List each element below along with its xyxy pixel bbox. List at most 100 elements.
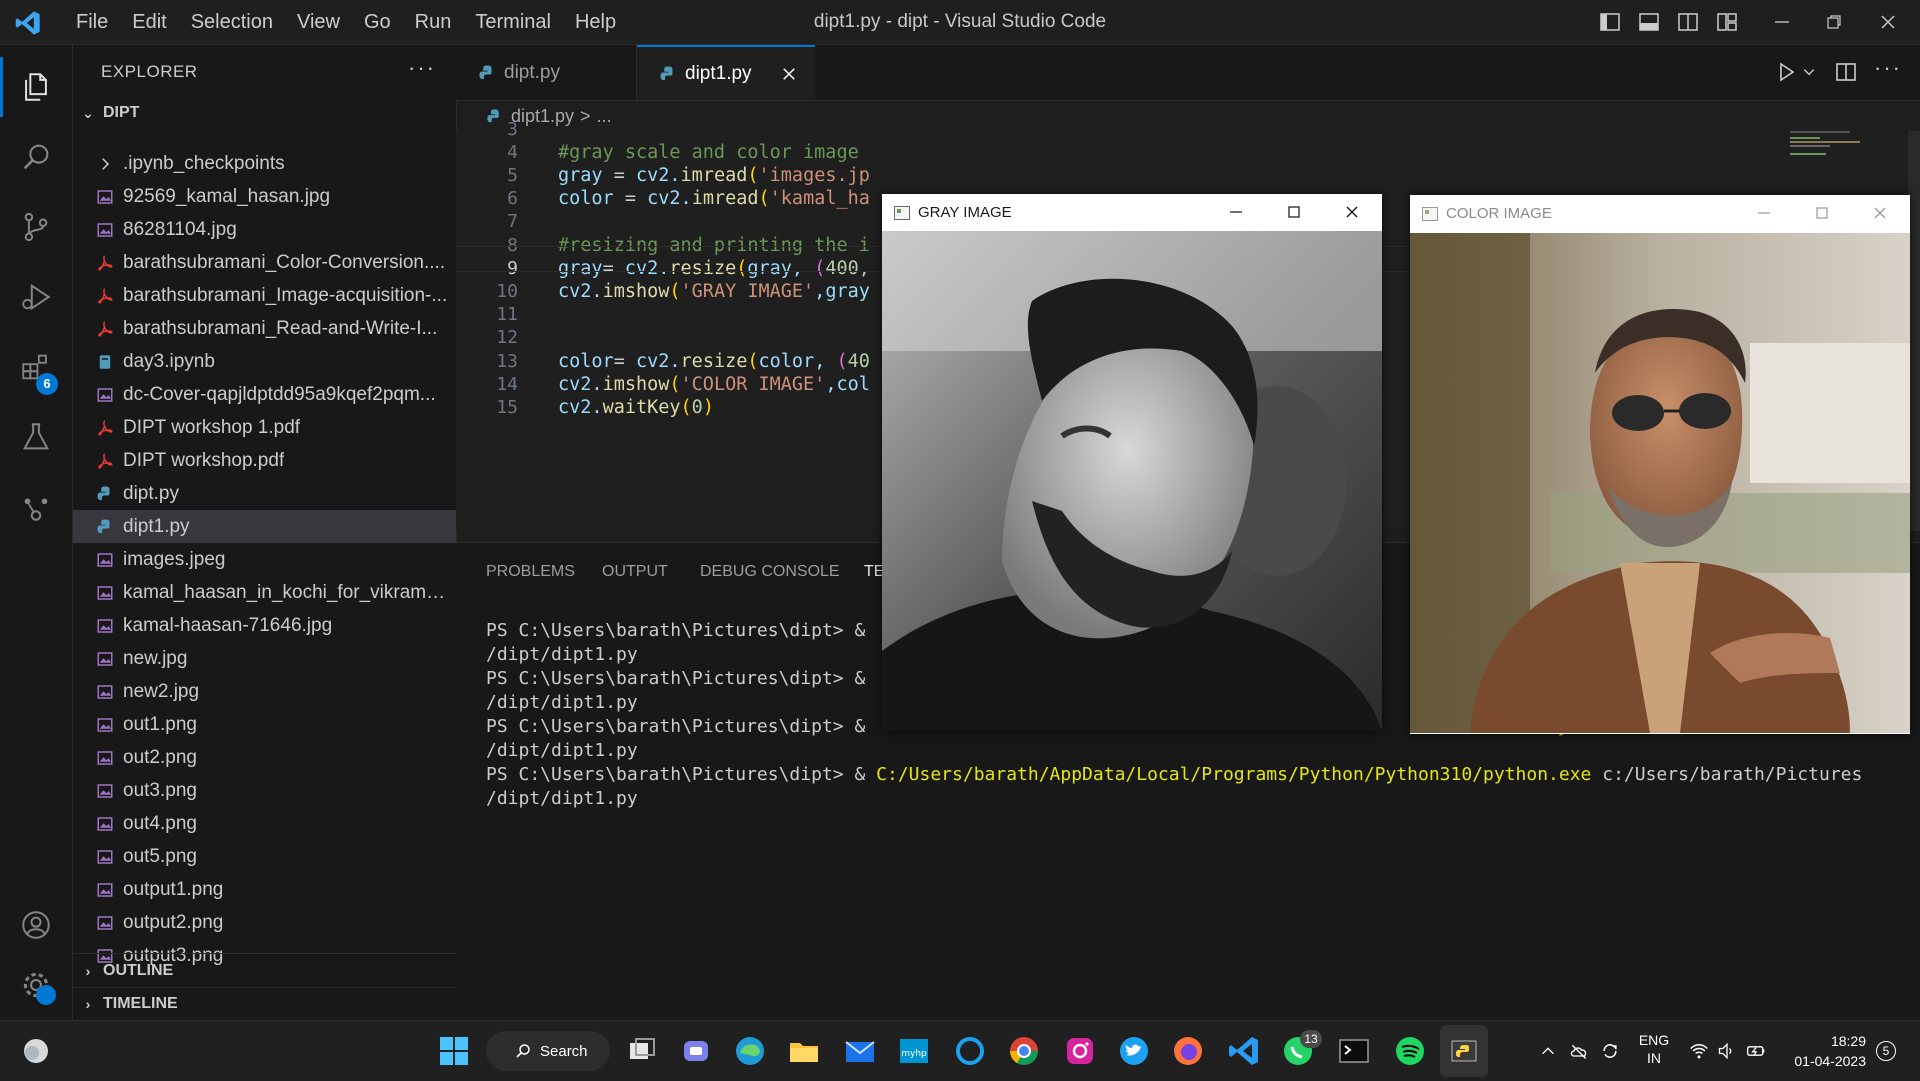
menu-selection[interactable]: Selection — [179, 11, 285, 34]
menu-go[interactable]: Go — [352, 11, 403, 34]
toggle-sidebar-icon[interactable] — [1598, 10, 1622, 34]
search-button[interactable] — [0, 127, 72, 187]
menu-view[interactable]: View — [285, 11, 352, 34]
instagram-icon[interactable] — [1062, 1033, 1098, 1069]
breadcrumb-file[interactable]: dipt1.py — [511, 106, 574, 127]
file-item[interactable]: dipt1.py — [73, 510, 456, 543]
battery-charging-icon[interactable] — [1744, 1041, 1768, 1061]
taskbar-search-box[interactable]: Search — [486, 1031, 610, 1071]
testing-button[interactable] — [0, 407, 72, 467]
gray-window-titlebar[interactable]: GRAY IMAGE — [882, 194, 1382, 231]
file-item[interactable]: out3.png — [73, 774, 456, 807]
code-line[interactable]: gray = cv2.imread('images.jp — [558, 165, 870, 186]
restore-icon[interactable] — [1822, 10, 1846, 34]
tab-problems[interactable]: PROBLEMS — [486, 563, 575, 581]
wifi-icon[interactable] — [1688, 1041, 1710, 1061]
code-line[interactable]: cv2.imshow('GRAY IMAGE',gray — [558, 281, 870, 302]
menu-file[interactable]: File — [64, 11, 120, 34]
menu-terminal[interactable]: Terminal — [463, 11, 563, 34]
menu-edit[interactable]: Edit — [120, 11, 178, 34]
menu-help[interactable]: Help — [563, 11, 628, 34]
outline-section[interactable]: › OUTLINE — [73, 955, 456, 987]
accounts-button[interactable] — [0, 895, 72, 955]
windows-start-icon[interactable] — [436, 1033, 472, 1069]
file-item[interactable]: output2.png — [73, 906, 456, 939]
code-line[interactable]: color = cv2.imread('kamal_ha — [558, 188, 870, 209]
notification-badge[interactable]: 5 — [1876, 1041, 1896, 1061]
file-item[interactable]: out1.png — [73, 708, 456, 741]
file-item[interactable]: new2.jpg — [73, 675, 456, 708]
timeline-section[interactable]: › TIMELINE — [73, 988, 456, 1020]
file-item[interactable]: out2.png — [73, 741, 456, 774]
minimize-icon[interactable] — [1754, 203, 1774, 223]
code-line[interactable]: cv2.waitKey(0) — [558, 397, 714, 418]
tab-debug-console[interactable]: DEBUG CONSOLE — [700, 563, 840, 581]
file-item[interactable]: kamal_haasan_in_kochi_for_vikram_p... — [73, 576, 456, 609]
maximize-icon[interactable] — [1284, 202, 1304, 222]
close-tab-icon[interactable] — [780, 65, 798, 83]
gray-image-window[interactable]: GRAY IMAGE — [882, 194, 1382, 731]
menu-run[interactable]: Run — [403, 11, 464, 34]
edge-browser-icon[interactable] — [732, 1033, 768, 1069]
code-line[interactable]: #gray scale and color image — [558, 142, 859, 163]
file-item[interactable]: barathsubramani_Read-and-Write-I... — [73, 312, 456, 345]
clock[interactable]: 18:29 01-04-2023 — [1776, 1031, 1866, 1071]
twitter-icon[interactable] — [1116, 1033, 1152, 1069]
file-item[interactable]: day3.ipynb — [73, 345, 456, 378]
mail-icon[interactable] — [842, 1033, 878, 1069]
vscode-taskbar-icon[interactable] — [1226, 1033, 1262, 1069]
language-indicator[interactable]: ENG IN — [1636, 1031, 1672, 1067]
color-image-window[interactable]: COLOR IMAGE — [1410, 195, 1910, 734]
file-item[interactable]: output1.png — [73, 873, 456, 906]
chrome-icon[interactable] — [1006, 1033, 1042, 1069]
file-item[interactable]: dc-Cover-qapjldptdd95a9kqef2pqm... — [73, 378, 456, 411]
color-window-titlebar[interactable]: COLOR IMAGE — [1410, 195, 1910, 232]
maximize-icon[interactable] — [1812, 203, 1832, 223]
chevron-up-icon[interactable] — [1540, 1043, 1556, 1059]
minimize-icon[interactable] — [1226, 202, 1246, 222]
run-python-file-icon[interactable] — [1774, 60, 1798, 84]
remote-explorer-button[interactable] — [0, 477, 72, 537]
code-line[interactable]: gray= cv2.resize(gray, (400, — [558, 258, 870, 279]
sync-icon[interactable] — [1600, 1041, 1620, 1061]
code-line[interactable]: color= cv2.resize(color, (40 — [558, 351, 870, 372]
run-debug-button[interactable] — [0, 267, 72, 327]
explorer-button[interactable] — [0, 57, 72, 117]
file-item[interactable]: kamal-haasan-71646.jpg — [73, 609, 456, 642]
run-dropdown-chevron-icon[interactable] — [1802, 65, 1816, 79]
file-item[interactable]: new.jpg — [73, 642, 456, 675]
toggle-panel-icon[interactable] — [1637, 10, 1661, 34]
close-icon[interactable] — [1870, 203, 1890, 223]
file-item[interactable]: out4.png — [73, 807, 456, 840]
manage-button[interactable] — [0, 955, 72, 1015]
minimize-icon[interactable] — [1770, 10, 1794, 34]
file-item[interactable]: DIPT workshop.pdf — [73, 444, 456, 477]
editor-more-actions[interactable]: ··· — [1874, 55, 1902, 81]
minimap[interactable] — [1782, 131, 1862, 171]
close-window-icon[interactable] — [1876, 10, 1900, 34]
firefox-icon[interactable] — [1170, 1033, 1206, 1069]
cortana-icon[interactable] — [952, 1033, 988, 1069]
myhp-icon[interactable]: myhp — [896, 1033, 932, 1069]
tab-dipt-py[interactable]: dipt.py — [456, 45, 637, 100]
onedrive-offline-icon[interactable] — [1568, 1041, 1590, 1061]
task-view-icon[interactable] — [624, 1033, 660, 1069]
file-explorer-icon[interactable] — [786, 1033, 822, 1069]
file-item[interactable]: 92569_kamal_hasan.jpg — [73, 180, 456, 213]
code-line[interactable]: #resizing and printing the i — [558, 235, 870, 256]
weather-icon[interactable] — [18, 1033, 54, 1069]
file-item[interactable]: out5.png — [73, 840, 456, 873]
spotify-icon[interactable] — [1392, 1033, 1428, 1069]
file-item[interactable]: 86281104.jpg — [73, 213, 456, 246]
file-item[interactable]: DIPT workshop 1.pdf — [73, 411, 456, 444]
volume-icon[interactable] — [1716, 1041, 1738, 1061]
tab-output[interactable]: OUTPUT — [602, 563, 668, 581]
teams-chat-icon[interactable] — [678, 1033, 714, 1069]
file-item[interactable]: barathsubramani_Color-Conversion.... — [73, 246, 456, 279]
file-item[interactable]: images.jpeg — [73, 543, 456, 576]
file-item[interactable]: dipt.py — [73, 477, 456, 510]
toggle-secondary-sidebar-icon[interactable] — [1676, 10, 1700, 34]
split-editor-icon[interactable] — [1834, 60, 1858, 84]
source-control-button[interactable] — [0, 197, 72, 257]
close-icon[interactable] — [1342, 202, 1362, 222]
